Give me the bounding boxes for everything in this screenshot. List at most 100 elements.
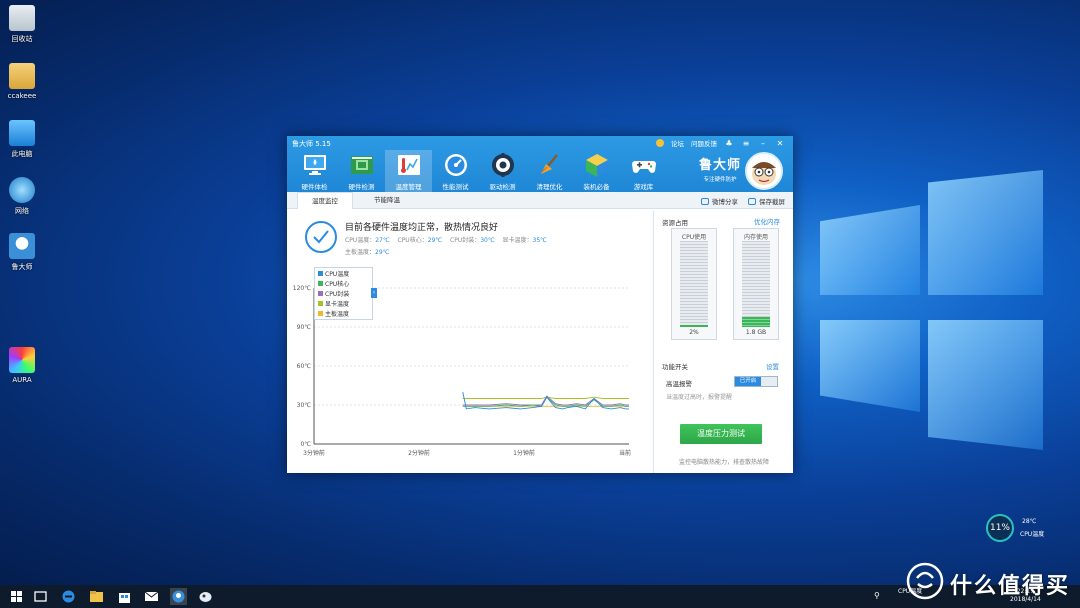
legend-item[interactable]: 主板温度 [318,310,372,320]
sub-tabs: 温度监控 节能降温 微博分享 保存截屏 [287,192,793,209]
x-tick-label: 3分钟前 [303,449,325,457]
skin-icon[interactable]: ♣ [724,139,734,148]
memory-usage-value: 1.8 GB [745,329,767,336]
desktop-icon-network[interactable]: 网络 [0,177,44,216]
mail-icon[interactable] [143,588,160,605]
nav-temperature[interactable]: 温度管理 [385,150,432,192]
reading-value: 27℃ [375,237,390,244]
desktop-icon-aura[interactable]: AURA [0,347,44,384]
legend-swatch [318,281,323,286]
network-globe-icon [9,177,35,203]
task-view-icon[interactable] [32,588,49,605]
save-screenshot-button[interactable]: 保存截屏 [748,196,785,206]
nav-label: 温度管理 [395,183,422,191]
thermometer-icon [397,155,420,175]
weibo-share-button[interactable]: 微博分享 [701,196,738,206]
forum-link[interactable]: 论坛 [671,138,684,148]
reading-label: CPU封装： [450,237,481,244]
cpu-usage-meter: CPU使用 2% [671,228,717,340]
reading-label: 显卡温度： [502,237,533,244]
y-tick-label: 90℃ [297,324,312,331]
watermark-text: 什么值得买 [950,574,1071,599]
desktop-icon-label: 回收站 [11,35,33,43]
windows-start-icon[interactable] [8,588,25,605]
brand-slogan: 专注硬件防护 [703,177,737,183]
ludashi-taskbar-icon[interactable] [170,588,187,605]
widget-temp: 28℃ [1022,518,1037,525]
x-tick-label: 2分钟前 [408,449,430,457]
legend-item[interactable]: CPU封装 [318,290,372,300]
cpu-temp-widget[interactable]: 11% 28℃ CPU温度 [986,514,1056,542]
main-nav: 硬件体检 硬件检测 温度管理 性能测试 驱动检测 清理优化 装机必备 游戏库 [291,150,667,192]
memory-usage-fill [742,316,770,327]
window-logo-pane [928,320,1043,450]
save-screenshot-label: 保存截屏 [759,197,785,206]
smzdm-logo-icon [906,562,944,600]
legend-collapse-button[interactable]: › [371,288,377,298]
toggle-state-label: 已开启 [735,377,761,386]
computer-icon [9,120,35,146]
gear-icon [491,153,514,177]
feedback-link[interactable]: 问题反馈 [691,138,717,148]
temperature-stress-test-button[interactable]: 温度压力测试 [680,424,762,444]
alarm-hint: 当温度过高时，报警提醒 [666,394,733,401]
settings-link[interactable]: 设置 [766,361,779,371]
legend-swatch [318,291,323,296]
high-temp-alarm-toggle[interactable]: 已开启 [734,376,778,387]
speedometer-icon [444,154,467,176]
file-explorer-icon[interactable] [88,588,105,605]
people-icon[interactable]: ⚲ [874,591,880,600]
nav-essentials[interactable]: 装机必备 [573,150,620,192]
right-panel: 资源占用 优化内存 CPU使用 2% 内存使用 1.8 GB 功能开关 设置 高… [653,210,793,473]
nav-label: 硬件检测 [348,183,375,191]
legend-label: CPU温度 [325,271,350,278]
reading-value: 30℃ [480,237,495,244]
desktop-icon-label: 此电脑 [11,150,33,158]
optimize-memory-link[interactable]: 优化内存 [754,216,780,226]
close-icon[interactable]: ✕ [775,139,785,148]
ludashi-temp-taskbar-icon[interactable] [197,588,214,605]
reading-value: 35℃ [532,237,547,244]
tab-power-save[interactable]: 节能降温 [357,192,417,209]
aura-icon [9,347,35,373]
coin-icon[interactable] [656,139,664,147]
temperature-readings: CPU温度：27℃ CPU核心：29℃ CPU封装：30℃ 显卡温度：35℃ [345,235,553,244]
cpu-usage-value: 2% [689,329,699,336]
legend-label: 显卡温度 [325,301,350,308]
weibo-share-label: 微博分享 [712,197,738,206]
nav-hardware-detect[interactable]: 硬件检测 [338,150,385,192]
desktop-icon-ludashi[interactable]: 鲁大师 [0,233,44,272]
desktop-icon-this-pc[interactable]: 此电脑 [0,120,44,159]
reading-value: 29℃ [375,249,390,256]
nav-label: 游戏库 [633,183,654,191]
memory-usage-title: 内存使用 [743,234,768,241]
desktop-icon-user-folder[interactable]: ccakeee [0,63,44,100]
tab-temperature-monitor[interactable]: 温度监控 [297,192,353,209]
legend-item[interactable]: CPU核心 [318,280,372,290]
cube-icon [585,154,608,177]
menu-icon[interactable]: ≡ [741,139,751,148]
temperature-readings: 主板温度：29℃ [345,247,395,256]
reading-label: 主板温度： [345,249,376,256]
stress-test-hint: 监控电脑散热能力，排查散热故障 [678,459,769,466]
ludashi-window: 鲁大师 5.15 论坛 问题反馈 ♣ ≡ – ✕ 硬件体检 硬件检测 温度管理 [287,136,793,473]
desktop-icon-label: 鲁大师 [11,263,33,271]
nav-performance[interactable]: 性能测试 [432,150,479,192]
desktop-icon-recycle-bin[interactable]: 回收站 [0,5,44,44]
legend-item[interactable]: 显卡温度 [318,300,372,310]
cpu-usage-bar [680,241,708,327]
nav-hardware-checkup[interactable]: 硬件体检 [291,150,338,192]
legend-label: CPU封装 [325,291,350,298]
temperature-status: 目前各硬件温度均正常，散热情况良好 CPU温度：27℃ CPU核心：29℃ CP… [305,219,645,261]
brand: 鲁大师 专注硬件防护 [699,154,741,183]
legend-swatch [318,271,323,276]
nav-driver[interactable]: 驱动检测 [479,150,526,192]
legend-label: CPU核心 [325,281,350,288]
edge-browser-icon[interactable] [60,588,77,605]
minimize-icon[interactable]: – [758,139,768,148]
store-icon[interactable] [116,588,133,605]
legend-label: 主板温度 [325,311,350,318]
nav-games[interactable]: 游戏库 [620,150,667,192]
legend-item[interactable]: CPU温度 [318,270,372,280]
nav-cleanup[interactable]: 清理优化 [526,150,573,192]
